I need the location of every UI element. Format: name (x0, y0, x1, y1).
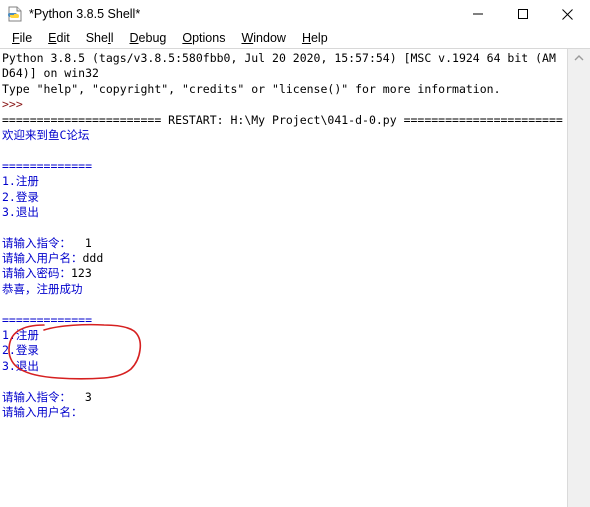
shell-line (2, 143, 567, 158)
shell-line-text: 恭喜，注册成功 (2, 281, 83, 296)
shell-user-input: 123 (71, 266, 92, 281)
shell-line: 欢迎来到鱼C论坛 (2, 128, 567, 143)
shell-line-text: D64)] on win32 (2, 66, 99, 81)
menu-mnemonic: H (301, 31, 311, 45)
menu-label-part: indow (253, 31, 286, 45)
shell-line-text: 请输入用户名： (2, 251, 83, 266)
shell-line-text: 请输入用户名： (2, 404, 83, 419)
shell-line: 3.退出 (2, 205, 567, 220)
window-controls (455, 0, 590, 28)
shell-line-text: 2.登录 (2, 343, 39, 358)
shell-line: 1.注册 (2, 328, 567, 343)
scrollbar-track[interactable] (568, 67, 590, 507)
shell-line-text: ======================= RESTART: H:\My P… (2, 112, 563, 127)
shell-output: Python 3.8.5 (tags/v3.8.5:580fbb0, Jul 2… (1, 50, 567, 420)
shell-line: ============= (2, 159, 567, 174)
shell-user-input: 3 (77, 389, 92, 404)
shell-line: ======================= RESTART: H:\My P… (2, 113, 567, 128)
title-bar: *Python 3.8.5 Shell* (0, 0, 590, 28)
shell-line: 请输入用户名： (2, 405, 567, 420)
shell-line-text: 3.退出 (2, 204, 39, 219)
shell-line: 请输入用户名：ddd (2, 251, 567, 266)
menu-item-options[interactable]: Options (174, 29, 233, 47)
shell-line-text: ============= (2, 158, 93, 173)
shell-line-text: 请输入密码： (2, 266, 71, 281)
shell-line: 请输入指令： 1 (2, 236, 567, 251)
menu-label-part: ile (19, 31, 33, 45)
menu-mnemonic: F (12, 31, 20, 45)
shell-line: ============= (2, 313, 567, 328)
menu-item-shell[interactable]: Shell (78, 29, 122, 47)
shell-line-text: >>> (2, 97, 23, 112)
menu-label-part: dit (56, 31, 70, 45)
menu-bar: File Edit Shell Debug Options Window Hel… (0, 28, 590, 49)
shell-user-input: ddd (82, 251, 104, 266)
shell-line: 1.注册 (2, 174, 567, 189)
shell-line-text: 1.注册 (2, 328, 39, 343)
menu-item-help[interactable]: Help (294, 29, 336, 47)
shell-line: D64)] on win32 (2, 66, 567, 81)
shell-line-text: ============= (2, 312, 93, 327)
menu-mnemonic: E (48, 31, 57, 45)
maximize-button[interactable] (500, 0, 545, 28)
menu-label-part: elp (310, 31, 328, 45)
menu-mnemonic: W (241, 31, 254, 45)
shell-line-text: Type "help", "copyright", "credits" or "… (2, 81, 501, 96)
python-idle-icon (7, 6, 23, 22)
menu-label-part: ebug (138, 31, 167, 45)
shell-line: 请输入指令： 3 (2, 390, 567, 405)
shell-line-text: 请输入指令： (2, 235, 78, 250)
shell-line-text: Python 3.8.5 (tags/v3.8.5:580fbb0, Jul 2… (2, 51, 556, 65)
idle-shell-window: *Python 3.8.5 Shell* File Edit Shell Deb… (0, 0, 590, 507)
shell-body: Python 3.8.5 (tags/v3.8.5:580fbb0, Jul 2… (0, 49, 590, 507)
menu-item-window[interactable]: Window (233, 29, 293, 47)
menu-mnemonic: D (129, 31, 139, 45)
menu-label-part: l (110, 31, 114, 45)
chevron-up-icon[interactable] (568, 49, 590, 67)
shell-line-text: 3.退出 (2, 358, 39, 373)
shell-line-text: 2.登录 (2, 189, 39, 204)
vertical-scrollbar[interactable] (567, 49, 590, 507)
shell-line (2, 297, 567, 312)
shell-line: 2.登录 (2, 343, 567, 358)
shell-line: 3.退出 (2, 359, 567, 374)
shell-line (2, 374, 567, 389)
shell-line: Type "help", "copyright", "credits" or "… (2, 82, 567, 97)
shell-line: 请输入密码：123 (2, 266, 567, 281)
shell-line (2, 220, 567, 235)
minimize-button[interactable] (455, 0, 500, 28)
window-title: *Python 3.8.5 Shell* (29, 7, 141, 21)
menu-label-part: ptions (192, 31, 226, 45)
shell-line-text: 1.注册 (2, 174, 39, 189)
shell-line: 2.登录 (2, 190, 567, 205)
shell-line: >>> (2, 97, 567, 112)
menu-item-file[interactable]: File (4, 29, 40, 47)
menu-item-edit[interactable]: Edit (40, 29, 78, 47)
menu-label-part: She (85, 31, 108, 45)
close-button[interactable] (545, 0, 590, 28)
menu-item-debug[interactable]: Debug (122, 29, 175, 47)
shell-user-input: 1 (77, 235, 92, 250)
shell-text-area[interactable]: Python 3.8.5 (tags/v3.8.5:580fbb0, Jul 2… (0, 49, 567, 507)
menu-mnemonic: O (182, 31, 193, 45)
shell-line: 恭喜，注册成功 (2, 282, 567, 297)
shell-line-text: 请输入指令： (2, 389, 78, 404)
shell-line: Python 3.8.5 (tags/v3.8.5:580fbb0, Jul 2… (2, 51, 567, 66)
shell-line-text: 欢迎来到鱼C论坛 (2, 127, 90, 142)
